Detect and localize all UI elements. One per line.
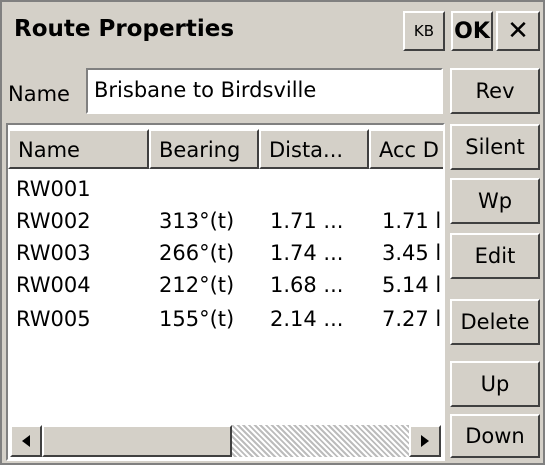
list-cell-distance: 1.68 ... (270, 273, 344, 297)
list-cell-distance: 1.71 ... (270, 209, 344, 233)
delete-button[interactable]: Delete (450, 299, 540, 345)
route-properties-window: Route Properties KB OK ✕ Name Brisbane t… (0, 0, 545, 465)
route-name-field[interactable]: Brisbane to Birdsville (86, 68, 443, 114)
list-item[interactable]: RW001 (16, 177, 91, 201)
list-cell-distance: 2.14 ... (270, 307, 344, 331)
name-label: Name (8, 82, 70, 106)
list-cell-acc-distance: 1.71 l (382, 209, 440, 233)
list-item[interactable]: RW005 (16, 307, 91, 331)
triangle-left-icon (22, 435, 30, 447)
wp-button[interactable]: Wp (450, 178, 540, 224)
column-header-distance[interactable]: Dista... (259, 129, 369, 169)
scroll-left-button[interactable] (10, 425, 42, 457)
keyboard-button[interactable]: KB (403, 11, 445, 51)
list-item[interactable]: RW004 (16, 273, 91, 297)
title-bar: Route Properties KB OK ✕ (4, 4, 541, 58)
waypoint-list[interactable]: Name Bearing Dista... Acc D RW001 RW002 … (6, 123, 445, 461)
ok-button[interactable]: OK (451, 11, 493, 51)
horizontal-scrollbar[interactable] (10, 425, 441, 457)
close-button[interactable]: ✕ (496, 11, 540, 51)
list-cell-bearing: 266°(t) (159, 241, 235, 265)
window-title: Route Properties (14, 16, 235, 42)
list-cell-bearing: 212°(t) (159, 273, 235, 297)
triangle-right-icon (421, 435, 429, 447)
scroll-thumb[interactable] (42, 425, 232, 457)
list-cell-acc-distance: 5.14 l (382, 273, 440, 297)
list-cell-acc-distance: 7.27 l (382, 307, 440, 331)
up-button[interactable]: Up (450, 361, 540, 407)
list-cell-distance: 1.74 ... (270, 241, 344, 265)
column-header-acc-distance[interactable]: Acc D (369, 129, 443, 169)
list-cell-bearing: 313°(t) (159, 209, 235, 233)
column-header-bearing[interactable]: Bearing (149, 129, 259, 169)
list-cell-bearing: 155°(t) (159, 307, 235, 331)
list-item[interactable]: RW003 (16, 241, 91, 265)
close-icon: ✕ (507, 16, 529, 46)
down-button[interactable]: Down (450, 414, 540, 458)
rev-button[interactable]: Rev (450, 68, 540, 114)
list-cell-acc-distance: 3.45 l (382, 241, 440, 265)
column-header-name[interactable]: Name (8, 129, 149, 169)
list-item[interactable]: RW002 (16, 209, 91, 233)
scroll-right-button[interactable] (409, 425, 441, 457)
silent-button[interactable]: Silent (450, 124, 540, 170)
edit-button[interactable]: Edit (450, 233, 540, 279)
